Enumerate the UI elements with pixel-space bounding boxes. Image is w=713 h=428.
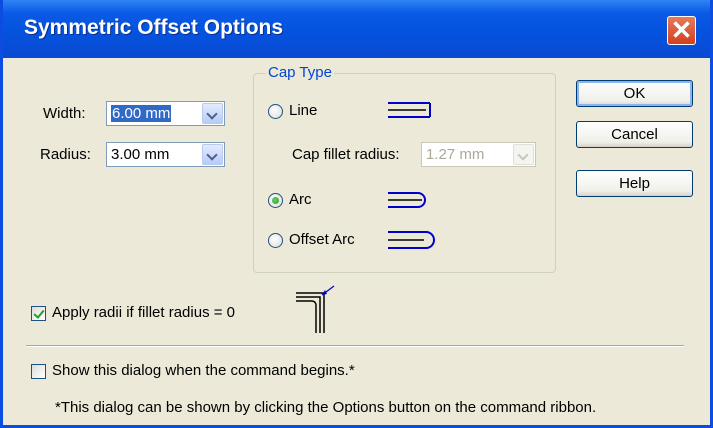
width-combo[interactable]: 6.00 mm <box>106 101 225 126</box>
radius-label: Radius: <box>40 146 91 163</box>
close-button[interactable]: ✕ <box>667 16 696 45</box>
cap-fillet-radius-dropdown-arrow <box>513 144 534 165</box>
cap-fillet-radius-label: Cap fillet radius: <box>292 146 400 163</box>
show-dialog-checkbox[interactable] <box>31 364 46 379</box>
cap-fillet-radius-value: 1.27 mm <box>426 146 485 163</box>
line-label[interactable]: Line <box>289 102 317 119</box>
footnote-text: *This dialog can be shown by clicking th… <box>55 399 597 416</box>
ok-button[interactable]: OK <box>576 80 693 107</box>
radius-combo[interactable]: 3.00 mm <box>106 142 225 167</box>
cancel-button[interactable]: Cancel <box>576 121 693 148</box>
symmetric-offset-options-dialog: Symmetric Offset Options ✕ Width: 6.00 m… <box>0 0 713 428</box>
width-dropdown-arrow[interactable] <box>202 103 223 124</box>
offset-arc-label[interactable]: Offset Arc <box>289 231 355 248</box>
arc-cap-icon <box>388 192 426 208</box>
cap-fillet-radius-combo: 1.27 mm <box>421 142 536 167</box>
radius-value[interactable]: 3.00 mm <box>111 146 169 163</box>
arc-radio[interactable] <box>268 193 283 208</box>
help-button[interactable]: Help <box>576 170 693 197</box>
close-icon: ✕ <box>670 15 693 45</box>
title-bar[interactable]: Symmetric Offset Options ✕ <box>3 0 710 58</box>
arc-label[interactable]: Arc <box>289 191 312 208</box>
offset-arc-radio[interactable] <box>268 233 283 248</box>
apply-radii-checkbox[interactable] <box>31 306 46 321</box>
offset-arc-cap-icon <box>388 231 435 249</box>
width-value[interactable]: 6.00 mm <box>111 105 172 122</box>
line-radio[interactable] <box>268 104 283 119</box>
radius-dropdown-arrow[interactable] <box>202 144 223 165</box>
line-cap-icon <box>388 102 431 118</box>
dialog-title: Symmetric Offset Options <box>24 16 284 39</box>
width-label: Width: <box>43 105 86 122</box>
show-dialog-label[interactable]: Show this dialog when the command begins… <box>52 362 355 379</box>
fillet-corner-icon <box>296 285 335 333</box>
cap-type-legend: Cap Type <box>266 64 334 81</box>
separator <box>26 345 684 347</box>
apply-radii-label[interactable]: Apply radii if fillet radius = 0 <box>52 304 235 321</box>
